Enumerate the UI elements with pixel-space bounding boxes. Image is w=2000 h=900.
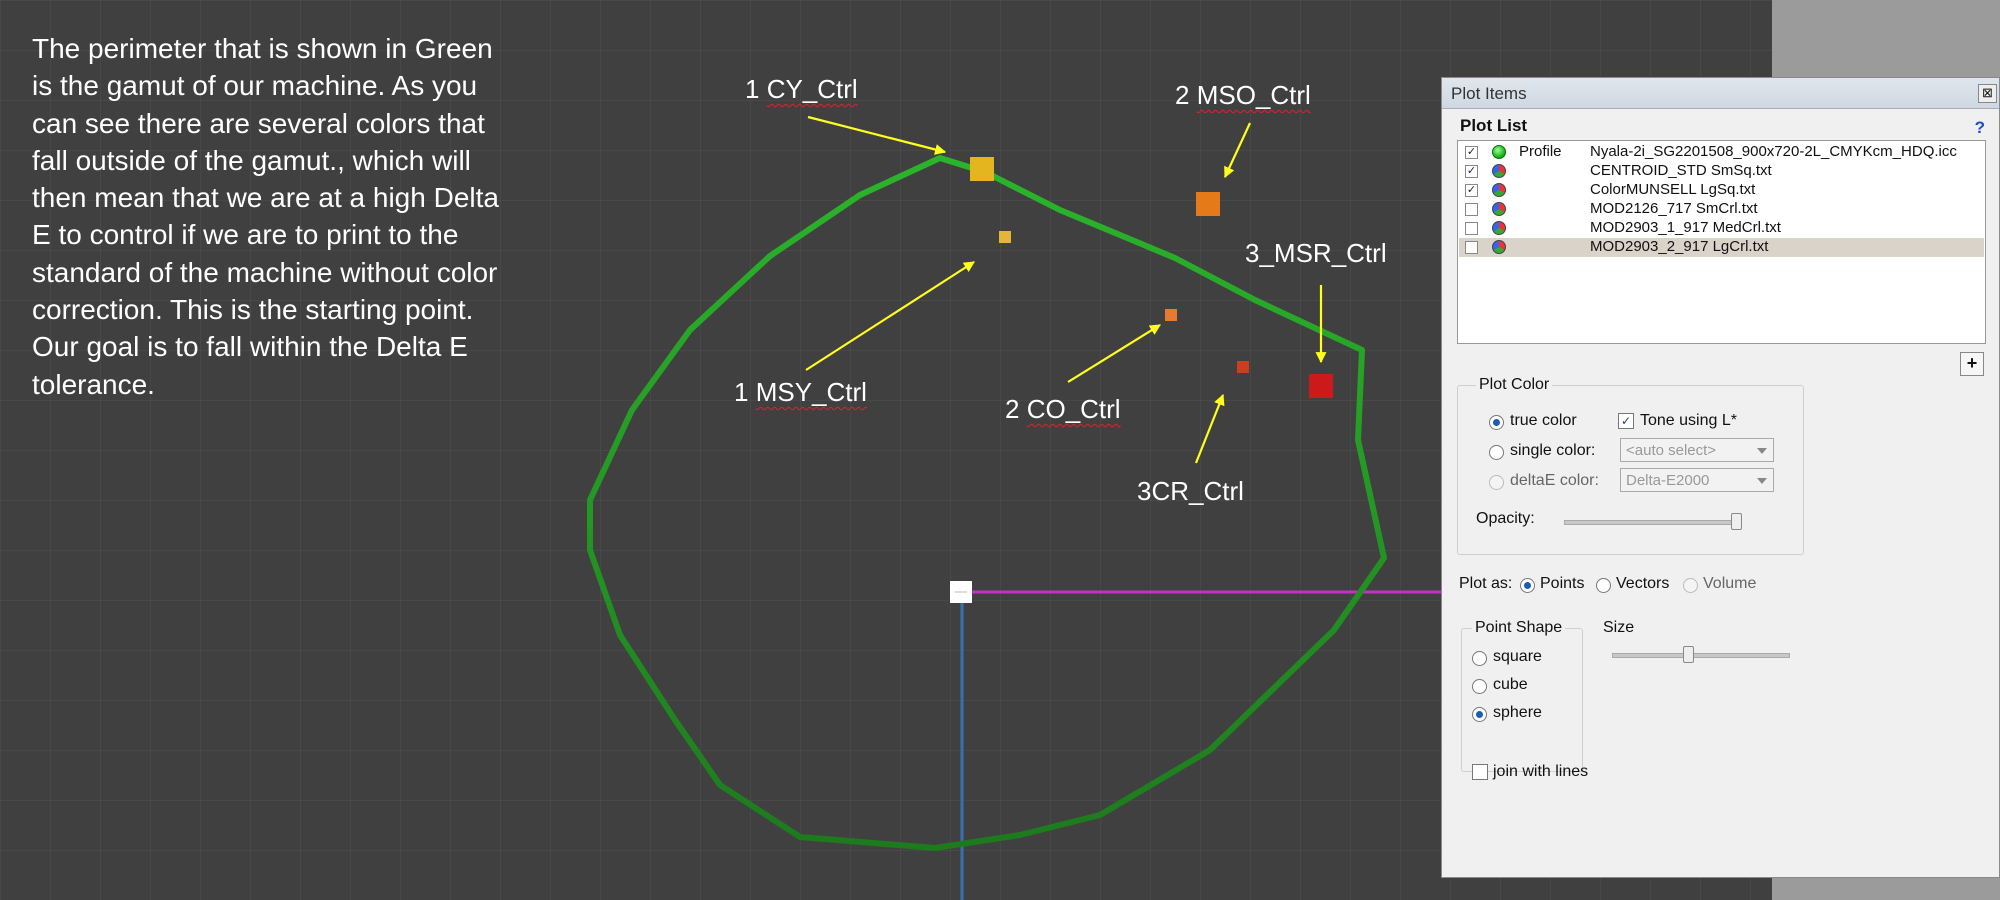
list-item[interactable]: ✓ Profile Nyala-2i_SG2201508_900x720-2L_… bbox=[1459, 143, 1984, 162]
item-checkbox[interactable]: ✓ bbox=[1465, 184, 1478, 197]
panel-titlebar[interactable]: Plot Items ⊠ bbox=[1442, 78, 1999, 109]
sphere-radio[interactable] bbox=[1472, 707, 1487, 722]
item-name: MOD2126_717 SmCrl.txt bbox=[1590, 200, 1758, 217]
size-label: Size bbox=[1603, 619, 1635, 636]
callout-msy-ctrl: 1 MSY_Ctrl bbox=[734, 377, 867, 408]
opacity-slider[interactable] bbox=[1564, 520, 1738, 525]
callout-label: CO_Ctrl bbox=[1026, 394, 1121, 424]
callout-mso-ctrl: 2 MSO_Ctrl bbox=[1175, 80, 1311, 111]
square-label: square bbox=[1493, 648, 1542, 665]
arrow-msy-ctrl bbox=[805, 261, 975, 371]
size-slider-thumb[interactable] bbox=[1682, 646, 1694, 663]
multicolor-sphere-icon bbox=[1492, 221, 1506, 235]
multicolor-sphere-icon bbox=[1492, 164, 1506, 178]
help-icon[interactable]: ? bbox=[1975, 118, 1985, 138]
arrow-cr-ctrl bbox=[1194, 393, 1225, 464]
item-tag: Profile bbox=[1519, 143, 1562, 160]
green-sphere-icon bbox=[1492, 145, 1506, 159]
arrow-cy-ctrl bbox=[807, 115, 947, 155]
co-ctrl-patch bbox=[1165, 309, 1177, 321]
opacity-slider-thumb[interactable] bbox=[1731, 513, 1742, 530]
true-color-radio[interactable] bbox=[1489, 415, 1504, 430]
arrow-mso-ctrl bbox=[1224, 122, 1251, 178]
close-icon[interactable]: ⊠ bbox=[1978, 84, 1997, 103]
points-label: Points bbox=[1540, 575, 1585, 592]
volume-label: Volume bbox=[1703, 575, 1757, 592]
true-color-label: true color bbox=[1510, 412, 1577, 429]
mso-ctrl-patch bbox=[1196, 192, 1220, 216]
deltae-color-radio[interactable] bbox=[1489, 475, 1504, 490]
callout-cy-ctrl: 1 CY_Ctrl bbox=[745, 74, 858, 105]
item-checkbox[interactable] bbox=[1465, 203, 1478, 216]
callout-number: 2 bbox=[1005, 394, 1027, 424]
deltae-color-value: Delta-E2000 bbox=[1626, 472, 1710, 489]
single-color-radio[interactable] bbox=[1489, 445, 1504, 460]
multicolor-sphere-icon bbox=[1492, 240, 1506, 254]
plot-list[interactable]: ✓ Profile Nyala-2i_SG2201508_900x720-2L_… bbox=[1457, 140, 1986, 344]
callout-number: 1 bbox=[734, 377, 756, 407]
panel-title: Plot Items bbox=[1451, 84, 1527, 103]
item-checkbox[interactable] bbox=[1465, 241, 1478, 254]
explanation-note: The perimeter that is shown in Green is … bbox=[32, 33, 499, 400]
item-name: MOD2903_2_917 LgCrl.txt bbox=[1590, 238, 1769, 255]
list-item[interactable]: MOD2903_2_917 LgCrl.txt bbox=[1459, 238, 1984, 257]
cr-ctrl-patch bbox=[1237, 361, 1249, 373]
single-color-label: single color: bbox=[1510, 442, 1596, 459]
square-radio[interactable] bbox=[1472, 651, 1487, 666]
item-checkbox[interactable]: ✓ bbox=[1465, 165, 1478, 178]
callout-label: CY_Ctrl bbox=[766, 74, 858, 104]
deltae-color-select[interactable]: Delta-E2000 bbox=[1620, 468, 1774, 492]
chevron-down-icon bbox=[1757, 478, 1767, 484]
list-item[interactable]: MOD2126_717 SmCrl.txt bbox=[1459, 200, 1984, 219]
item-name: Nyala-2i_SG2201508_900x720-2L_CMYKcm_HDQ… bbox=[1590, 143, 1957, 160]
join-with-lines-checkbox[interactable] bbox=[1472, 764, 1488, 780]
add-plot-item-button[interactable]: + bbox=[1960, 352, 1984, 376]
msr-ctrl-patch bbox=[1309, 374, 1333, 398]
opacity-label: Opacity: bbox=[1476, 510, 1535, 527]
vectors-label: Vectors bbox=[1616, 575, 1670, 592]
deltae-color-label: deltaE color: bbox=[1510, 472, 1599, 489]
callout-cr-ctrl: 3CR_Ctrl bbox=[1137, 476, 1244, 506]
callout-label: MSY_Ctrl bbox=[755, 377, 867, 407]
callout-label: MSO_Ctrl bbox=[1196, 80, 1311, 110]
callout-number: 2 bbox=[1175, 80, 1197, 110]
join-with-lines-label: join with lines bbox=[1493, 763, 1589, 780]
vectors-radio[interactable] bbox=[1596, 578, 1611, 593]
size-slider[interactable] bbox=[1612, 653, 1790, 658]
tone-using-checkbox[interactable]: ✓ bbox=[1618, 413, 1634, 429]
item-checkbox[interactable] bbox=[1465, 222, 1478, 235]
callout-number: 1 bbox=[745, 74, 767, 104]
single-color-value: <auto select> bbox=[1626, 442, 1717, 459]
single-color-select[interactable]: <auto select> bbox=[1620, 438, 1774, 462]
callout-co-ctrl: 2 CO_Ctrl bbox=[1005, 394, 1121, 425]
list-item[interactable]: MOD2903_1_917 MedCrl.txt bbox=[1459, 219, 1984, 238]
plot-color-label: Plot Color bbox=[1476, 376, 1553, 394]
points-radio[interactable] bbox=[1520, 578, 1535, 593]
volume-radio[interactable] bbox=[1683, 578, 1698, 593]
multicolor-sphere-icon bbox=[1492, 202, 1506, 216]
cube-radio[interactable] bbox=[1472, 679, 1487, 694]
plot-list-label: Plot List bbox=[1460, 116, 1528, 135]
chevron-down-icon bbox=[1757, 448, 1767, 454]
list-item[interactable]: ✓ ColorMUNSELL LgSq.txt bbox=[1459, 181, 1984, 200]
item-name: ColorMUNSELL LgSq.txt bbox=[1590, 181, 1756, 198]
tone-using-label: Tone using L* bbox=[1640, 412, 1737, 429]
msy-ctrl-patch bbox=[999, 231, 1011, 243]
cy-ctrl-patch bbox=[970, 157, 994, 181]
item-checkbox[interactable]: ✓ bbox=[1465, 146, 1478, 159]
multicolor-sphere-icon bbox=[1492, 183, 1506, 197]
callout-msr-ctrl: 3_MSR_Ctrl bbox=[1245, 238, 1387, 268]
sphere-label: sphere bbox=[1493, 704, 1542, 721]
point-shape-label: Point Shape bbox=[1472, 619, 1566, 637]
cube-label: cube bbox=[1493, 676, 1528, 693]
item-name: MOD2903_1_917 MedCrl.txt bbox=[1590, 219, 1781, 236]
plot-as-label: Plot as: bbox=[1459, 575, 1513, 592]
item-name: CENTROID_STD SmSq.txt bbox=[1590, 162, 1772, 179]
plot-items-panel: Plot Items ⊠ Plot List ? ✓ Profile Nyala… bbox=[1441, 77, 2000, 878]
list-item[interactable]: ✓ CENTROID_STD SmSq.txt bbox=[1459, 162, 1984, 181]
arrow-co-ctrl bbox=[1067, 324, 1161, 383]
